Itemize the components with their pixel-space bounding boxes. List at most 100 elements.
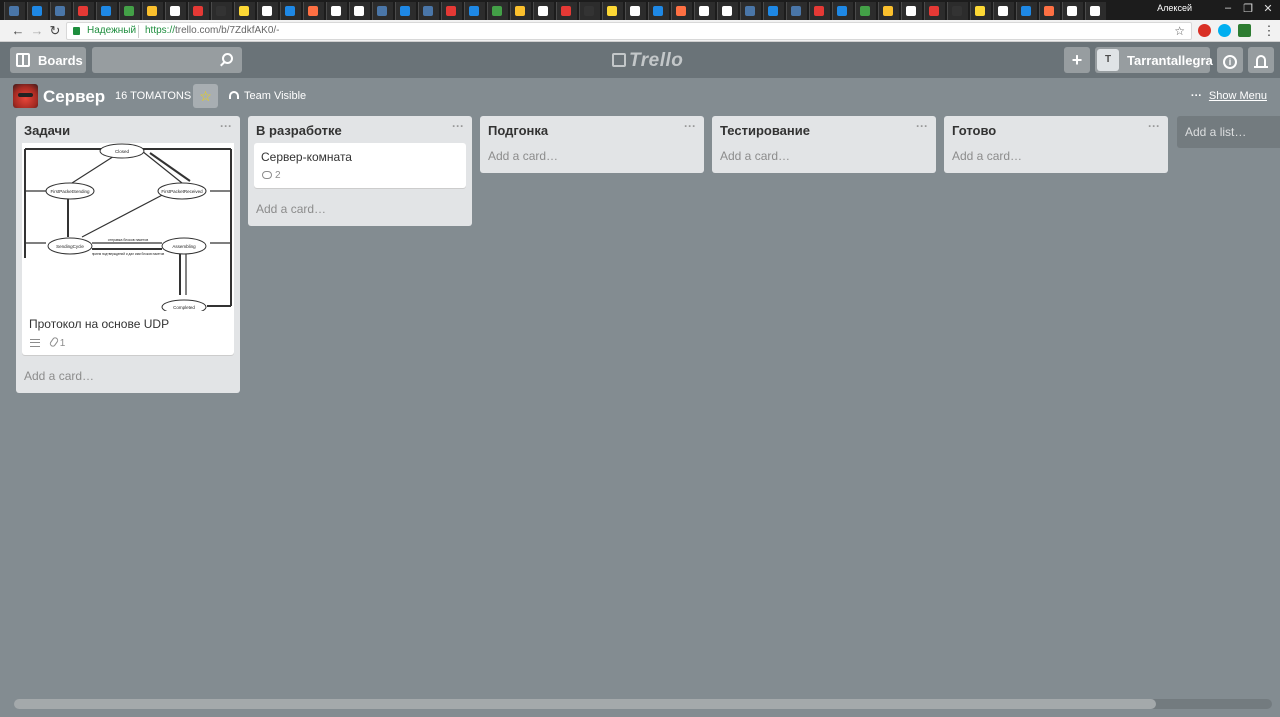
browser-tab[interactable] [717,2,738,20]
browser-tab[interactable] [372,2,393,20]
add-card-link[interactable]: Add a card… [16,363,240,393]
add-card-link[interactable]: Add a card… [944,143,1168,173]
list-title[interactable]: Задачи [24,123,70,138]
browser-tab[interactable] [464,2,485,20]
restore-button[interactable]: ❐ [1240,2,1256,15]
browser-tab[interactable] [740,2,761,20]
browser-tab[interactable] [257,2,278,20]
browser-tab[interactable] [694,2,715,20]
browser-tab[interactable] [832,2,853,20]
tab-favicon-icon [929,6,939,16]
member-button[interactable]: T Tarrantallegra [1095,47,1213,73]
add-card-link[interactable]: Add a card… [712,143,936,173]
browser-tab[interactable] [165,2,186,20]
skype-icon[interactable] [1218,24,1231,37]
browser-tab[interactable] [1039,2,1060,20]
browser-tab[interactable] [579,2,600,20]
browser-tab[interactable] [993,2,1014,20]
show-menu-button[interactable]: ··· Show Menu [1191,90,1267,102]
notifications-button[interactable] [1248,47,1274,73]
add-list-button[interactable]: Add a list… [1177,116,1280,148]
trello-logo[interactable]: Trello [612,50,683,72]
browser-tab[interactable] [73,2,94,20]
browser-tab[interactable] [1062,2,1083,20]
browser-tab[interactable] [326,2,347,20]
add-card-link[interactable]: Add a card… [480,143,704,173]
list-header[interactable]: В разработке ··· [248,116,472,143]
browser-tab[interactable] [211,2,232,20]
browser-tab[interactable] [4,2,25,20]
add-card-link[interactable]: Add a card… [248,196,472,226]
browser-tab[interactable] [441,2,462,20]
card-server-room[interactable]: Сервер-комната 2 [254,143,466,188]
browser-tab[interactable] [50,2,71,20]
board-horizontal-scrollbar[interactable] [14,699,1272,709]
info-button[interactable]: i [1217,47,1243,73]
browser-tab[interactable] [119,2,140,20]
browser-tab[interactable] [510,2,531,20]
omnibox[interactable]: Надежный https://trello.com/b/7ZdkfAK0/-… [66,22,1192,40]
browser-tab[interactable] [234,2,255,20]
search-input[interactable] [92,47,242,73]
browser-tab[interactable] [809,2,830,20]
browser-tab[interactable] [556,2,577,20]
browser-tab[interactable] [625,2,646,20]
list-menu-icon[interactable]: ··· [684,119,696,133]
list-title[interactable]: В разработке [256,123,342,138]
scrollbar-thumb[interactable] [14,699,1156,709]
visibility-button[interactable]: Team Visible [229,90,306,102]
reload-icon[interactable]: ↻ [47,23,63,39]
list-menu-icon[interactable]: ··· [220,119,232,133]
list-header[interactable]: Готово ··· [944,116,1168,143]
browser-tab[interactable] [602,2,623,20]
browser-tab[interactable] [142,2,163,20]
back-icon[interactable]: ← [10,23,26,39]
extension-badge-icon[interactable] [1238,24,1251,37]
browser-tab[interactable] [1085,2,1106,20]
url-text[interactable]: https://trello.com/b/7ZdkfAK0/- [145,25,280,36]
search-icon[interactable] [222,53,233,64]
list-title[interactable]: Тестирование [720,123,810,138]
opera-icon[interactable] [1198,24,1211,37]
close-window-button[interactable]: ✕ [1260,2,1276,15]
browser-tab[interactable] [878,2,899,20]
bookmark-star-icon[interactable]: ☆ [1174,24,1185,38]
browser-tab[interactable] [924,2,945,20]
browser-tab[interactable] [763,2,784,20]
board-team[interactable]: 16 TOMATONS [115,90,191,102]
list-menu-icon[interactable]: ··· [916,119,928,133]
browser-tab[interactable] [418,2,439,20]
board-title[interactable]: Сервер [43,87,105,107]
list-menu-icon[interactable]: ··· [452,119,464,133]
browser-tab[interactable] [970,2,991,20]
list-title[interactable]: Готово [952,123,996,138]
list-header[interactable]: Подгонка ··· [480,116,704,143]
minimize-button[interactable]: – [1220,2,1236,14]
browser-tab[interactable] [96,2,117,20]
star-icon[interactable]: ☆ [193,84,218,108]
browser-menu-icon[interactable]: ⋮ [1261,23,1277,39]
browser-tab[interactable] [349,2,370,20]
browser-tab[interactable] [280,2,301,20]
list-header[interactable]: Задачи ··· [16,116,240,143]
browser-tab[interactable] [947,2,968,20]
card-udp-protocol[interactable]: Closed FirstPacketSending FirstPacketRec… [22,143,234,355]
browser-tab[interactable] [901,2,922,20]
add-button[interactable]: + [1064,47,1090,73]
browser-tab[interactable] [487,2,508,20]
browser-tab[interactable] [671,2,692,20]
browser-tab[interactable] [1016,2,1037,20]
browser-tab[interactable] [855,2,876,20]
browser-tab[interactable] [786,2,807,20]
browser-tab[interactable] [395,2,416,20]
browser-tab[interactable] [303,2,324,20]
browser-tab[interactable] [533,2,554,20]
list-menu-icon[interactable]: ··· [1148,119,1160,133]
browser-tab[interactable] [648,2,669,20]
browser-tab[interactable] [27,2,48,20]
browser-tab[interactable] [188,2,209,20]
list-header[interactable]: Тестирование ··· [712,116,936,143]
boards-button[interactable]: Boards [10,47,86,73]
forward-icon[interactable]: → [29,23,45,39]
list-title[interactable]: Подгонка [488,123,548,138]
